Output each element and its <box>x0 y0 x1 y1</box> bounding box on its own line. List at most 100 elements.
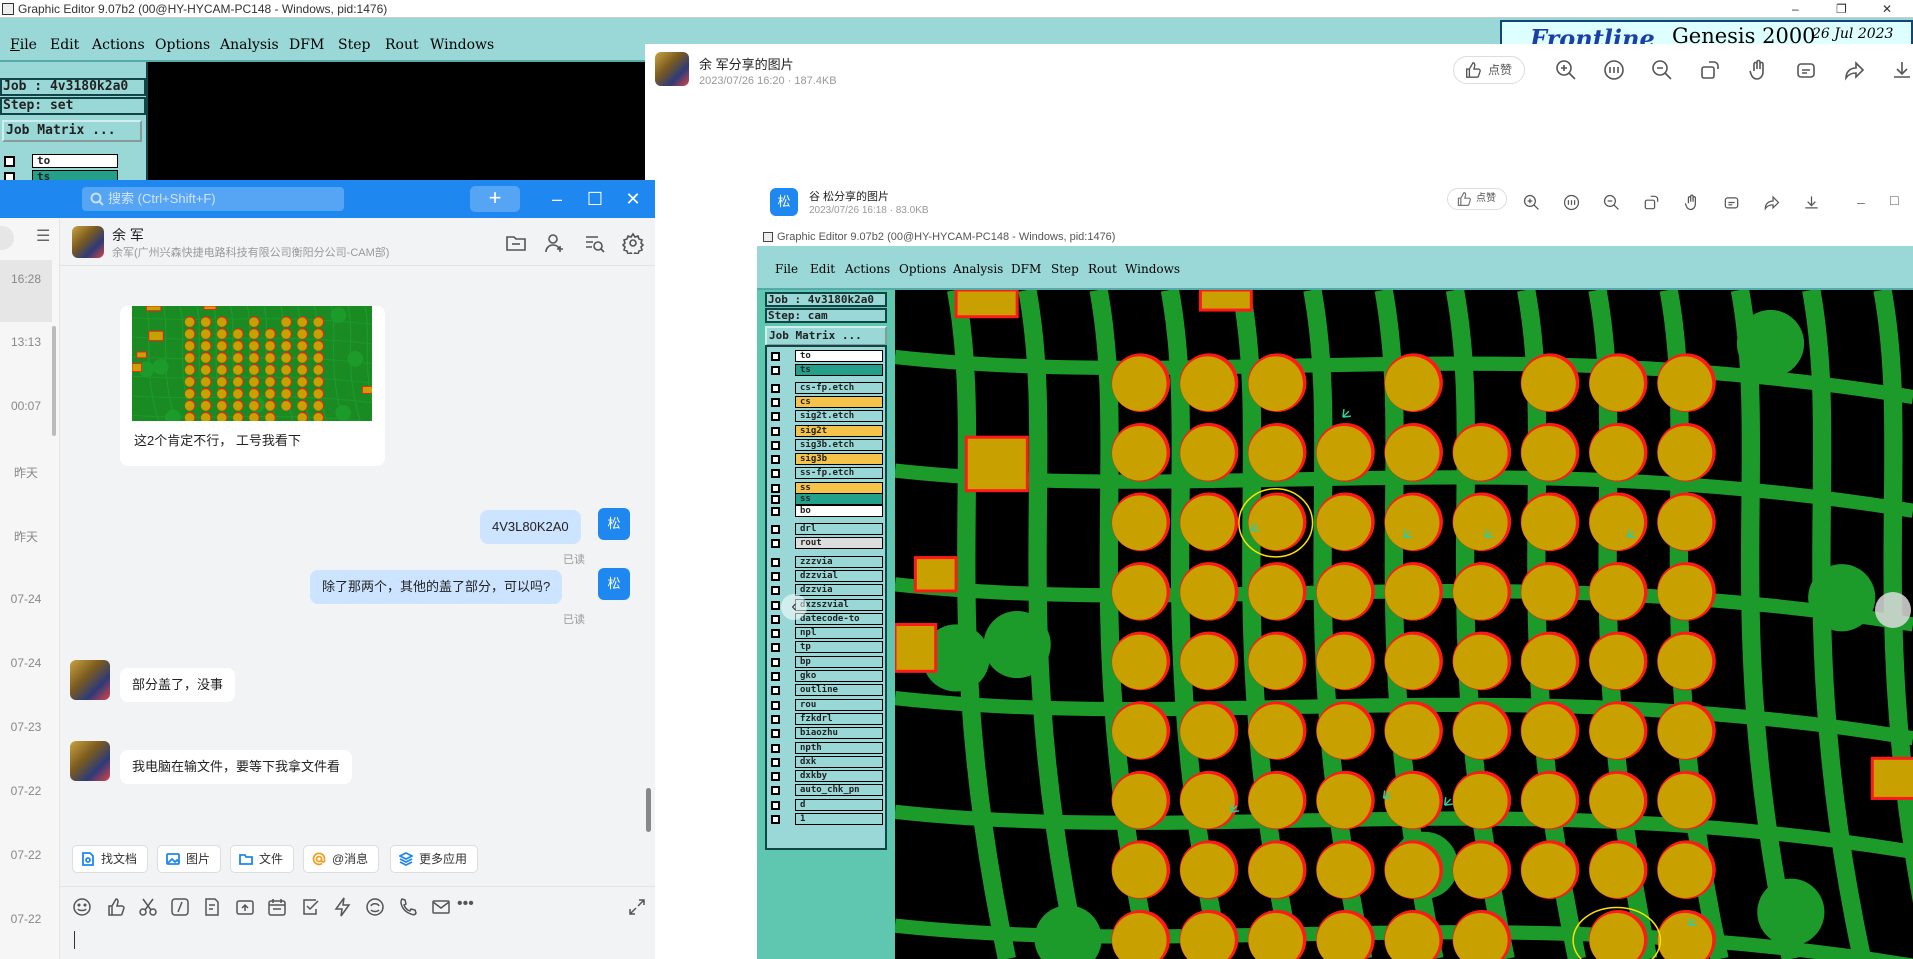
more-icon[interactable]: ••• <box>457 895 474 913</box>
menu-step[interactable]: Step <box>338 37 370 53</box>
thumbs-up-icon[interactable] <box>106 897 126 917</box>
bga-pad <box>1453 565 1508 620</box>
layer-checkbox <box>771 412 780 422</box>
conversation-list: ☰ 16:28 13:13 00:07 昨天 昨天 07-24 07-24 07… <box>0 218 60 959</box>
add-button[interactable]: + <box>470 186 520 212</box>
inner-viewer-header: 松 谷 松分享的图片 2023/07/26 16:18 · 83.0KB 点赞 … <box>757 182 1913 228</box>
message-input[interactable]: ••• <box>60 886 655 959</box>
phone-icon[interactable] <box>398 897 418 917</box>
job-matrix-button[interactable]: Job Matrix ... <box>2 120 142 142</box>
file-button[interactable]: 文件 <box>230 845 295 873</box>
sender-avatar[interactable] <box>655 52 689 86</box>
menu-icon[interactable]: ☰ <box>36 226 50 246</box>
layer-row[interactable]: to <box>4 154 118 168</box>
gear-icon[interactable] <box>622 232 644 254</box>
bga-pad <box>216 317 227 327</box>
my-avatar[interactable]: 松 <box>598 568 630 600</box>
restore-icon[interactable]: ❐ <box>1836 0 1847 18</box>
contact-avatar[interactable] <box>70 660 110 700</box>
bga-pad <box>1384 356 1440 411</box>
folder-icon[interactable] <box>505 232 527 254</box>
ocr-icon[interactable] <box>1795 59 1817 81</box>
bga-pad <box>216 329 227 339</box>
zoom-out-icon[interactable] <box>1651 59 1673 81</box>
pcb-rect-pad <box>895 623 938 673</box>
message-bubble-mine[interactable]: 除了那两个，其他的盖了部分，可以吗? <box>310 570 563 604</box>
selected-conversation[interactable] <box>0 260 52 322</box>
expand-icon[interactable] <box>627 897 647 917</box>
prev-image-icon[interactable]: ‹ <box>781 594 807 620</box>
minimize-icon[interactable]: – <box>1792 0 1799 18</box>
close-icon[interactable]: ✕ <box>1882 0 1892 18</box>
genesis-menubar: File Edit Actions Options Analysis DFM S… <box>0 18 645 62</box>
displayed-photo[interactable]: 松 谷 松分享的图片 2023/07/26 16:18 · 83.0KB 点赞 … <box>757 182 1913 959</box>
pcb-canvas <box>895 290 1913 959</box>
zoom-in-icon[interactable] <box>1555 59 1577 81</box>
bga-pad <box>216 401 227 411</box>
notes-icon[interactable] <box>202 897 222 917</box>
search-history-icon[interactable] <box>583 232 605 254</box>
message-bubble-mine[interactable]: 4V3L80K2A0 <box>480 510 581 544</box>
image-message[interactable]: 这2个肯定不行， 工号我看下 <box>120 306 385 466</box>
like-button[interactable]: 点赞 <box>1453 56 1525 84</box>
menu-options[interactable]: Options <box>155 37 210 53</box>
filter-toggle[interactable] <box>0 226 14 250</box>
inner-sender-title: 谷 松分享的图片 <box>809 191 890 203</box>
menu-edit[interactable]: Edit <box>50 37 79 53</box>
contact-avatar[interactable] <box>72 226 104 258</box>
find-doc-button[interactable]: 找文档 <box>72 845 149 873</box>
bga-pad <box>313 365 324 375</box>
message-bubble-other[interactable]: 部分盖了，没事 <box>120 668 236 702</box>
task-icon[interactable] <box>300 897 320 917</box>
rotate-icon[interactable] <box>1699 59 1721 81</box>
bga-pad <box>184 353 195 363</box>
screen-share-icon[interactable] <box>235 897 255 917</box>
menu-actions[interactable]: Actions <box>92 37 145 53</box>
app-icon <box>2 3 14 15</box>
share-icon[interactable] <box>1843 59 1865 81</box>
scissors-icon[interactable] <box>138 897 158 917</box>
menu-analysis[interactable]: Analysis <box>220 37 279 53</box>
download-icon[interactable] <box>1891 59 1913 81</box>
image-button[interactable]: 图片 <box>157 845 222 873</box>
more-apps-button[interactable]: 更多应用 <box>390 845 479 873</box>
calendar-icon[interactable] <box>267 897 287 917</box>
next-image-button[interactable] <box>1875 592 1911 628</box>
menu-file[interactable]: File <box>10 37 37 53</box>
menu-dfm[interactable]: DFM <box>289 37 324 53</box>
bubble-icon[interactable] <box>365 897 385 917</box>
bga-pad <box>233 329 243 339</box>
bga-pad <box>1657 773 1713 829</box>
contact-name[interactable]: 余 军 <box>112 225 144 245</box>
pcb-rect-pad <box>148 330 164 341</box>
close-icon[interactable]: ✕ <box>621 187 645 211</box>
minimize-icon[interactable]: – <box>545 187 569 211</box>
maximize-icon[interactable]: ☐ <box>583 187 607 211</box>
contact-avatar[interactable] <box>70 741 110 781</box>
message-bubble-other[interactable]: 我电脑在输文件，要等下我拿文件看 <box>120 750 353 784</box>
my-avatar[interactable]: 松 <box>598 508 630 540</box>
add-member-icon[interactable] <box>544 232 566 254</box>
actual-size-icon[interactable] <box>1603 59 1625 81</box>
bga-pad <box>1384 843 1440 898</box>
command-icon[interactable] <box>170 897 190 917</box>
mail-icon[interactable] <box>431 897 451 917</box>
emoji-icon[interactable] <box>72 897 92 917</box>
list-scrollbar[interactable] <box>52 326 56 436</box>
pcb-rect-pad <box>913 556 958 593</box>
image-thumbnail[interactable] <box>132 306 372 421</box>
bga-pad <box>1112 425 1167 481</box>
bga-pad <box>1521 565 1576 620</box>
menu-windows[interactable]: Windows <box>430 37 494 53</box>
contact-subtitle: 余军(广州兴森快捷电路科技有限公司衡阳分公司-CAM部) <box>112 247 390 259</box>
bga-pad <box>216 341 227 351</box>
search-icon <box>90 192 104 206</box>
lightning-icon[interactable] <box>333 897 353 917</box>
tool-label: 更多应用 <box>419 852 468 866</box>
search-input[interactable]: 搜索 (Ctrl+Shift+F) <box>82 187 344 211</box>
menu-rout[interactable]: Rout <box>385 37 419 53</box>
layer-checkbox[interactable] <box>4 156 15 167</box>
hand-icon[interactable] <box>1747 59 1769 81</box>
mention-button[interactable]: @消息 <box>303 845 380 873</box>
chat-scrollbar[interactable] <box>646 788 651 832</box>
